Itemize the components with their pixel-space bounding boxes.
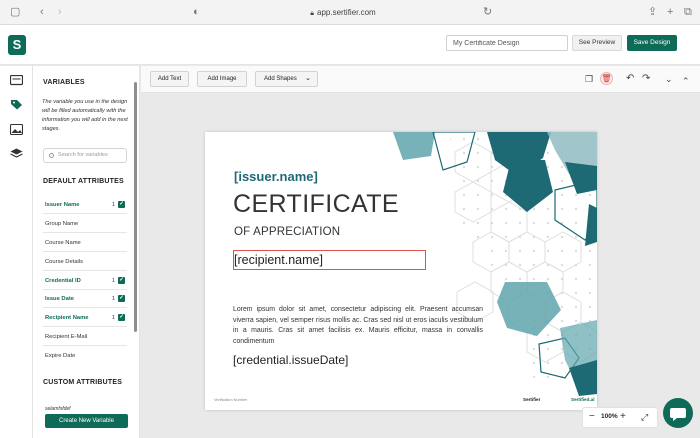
templates-icon[interactable] (10, 75, 23, 86)
custom-attributes-heading: CUSTOM ATTRIBUTES (43, 379, 123, 386)
attribute-expire-date[interactable]: Expire Date (43, 347, 127, 365)
certificate-body-text[interactable]: Lorem ipsum dolor sit amet, consectetur … (233, 305, 483, 348)
add-image-button[interactable]: Add Image (197, 71, 247, 87)
checkbox-checked-icon[interactable]: ✓ (118, 201, 125, 208)
attribute-count: 1 (111, 296, 115, 302)
attribute-label: Recipient Name (45, 315, 89, 321)
attribute-count: 1 (111, 278, 115, 284)
attribute-issuer-name[interactable]: Issuer Name 1 ✓ (43, 196, 127, 214)
add-shapes-label: Add Shapes (264, 76, 297, 82)
save-design-button[interactable]: Save Design (627, 35, 677, 51)
delete-icon[interactable]: 🗑︎ (600, 72, 613, 85)
attribute-label: Credential ID (45, 278, 81, 284)
sertified-brand-mark: Sertified.al (571, 397, 595, 402)
redo-icon[interactable]: ↷ (642, 73, 650, 85)
add-text-button[interactable]: Add Text (150, 71, 189, 87)
move-down-icon[interactable]: ⌄ (665, 73, 673, 85)
attribute-label: Course Name (45, 240, 81, 246)
browser-toolbar: ▢ ‹ › ◐ 🔒︎ app.sertifier.com ↻ ⇪ + ⧉ (0, 0, 700, 25)
design-name-input[interactable] (446, 35, 568, 51)
search-placeholder: Search for variables (58, 152, 108, 158)
variable-search-input[interactable]: Search for variables (43, 148, 127, 163)
lock-icon: 🔒︎ (310, 10, 315, 17)
sertifier-logo[interactable]: S (8, 35, 26, 55)
attribute-recipient-email[interactable]: Recipient E-Mail (43, 328, 127, 346)
layers-icon[interactable] (10, 148, 23, 159)
variables-heading: VARIABLES (43, 79, 85, 86)
variables-tag-icon[interactable] (10, 99, 23, 110)
verification-number-label: Verification Number (214, 398, 248, 402)
attribute-recipient-name[interactable]: Recipient Name 1 ✓ (43, 309, 127, 327)
tabs-overview-icon[interactable]: ⧉ (684, 6, 692, 18)
issue-date-variable[interactable]: [credential.issueDate] (233, 353, 348, 367)
attribute-course-name[interactable]: Course Name (43, 234, 127, 252)
move-up-icon[interactable]: ⌃ (682, 75, 690, 87)
checkbox-checked-icon[interactable]: ✓ (118, 295, 125, 302)
address-bar[interactable]: 🔒︎ app.sertifier.com (193, 5, 493, 20)
attribute-count: 1 (111, 315, 115, 321)
tool-rail (0, 66, 33, 438)
certificate-canvas[interactable]: [issuer.name] CERTIFICATE OF APPRECIATIO… (205, 132, 597, 410)
checkbox-checked-icon[interactable]: ✓ (118, 277, 125, 284)
attribute-count: 1 (111, 202, 115, 208)
back-icon[interactable]: ‹ (40, 6, 44, 18)
panel-scrollbar[interactable] (134, 82, 137, 332)
custom-attribute-item[interactable]: selamfsfdef (45, 406, 71, 412)
see-preview-button[interactable]: See Preview (572, 35, 622, 51)
attribute-label: Issue Date (45, 296, 74, 302)
sertifier-brand-mark: Sertifier (523, 397, 541, 402)
default-attributes-heading: DEFAULT ATTRIBUTES (43, 178, 124, 185)
zoom-out-button[interactable]: − (589, 411, 595, 423)
new-tab-icon[interactable]: + (667, 6, 673, 18)
issuer-name-variable[interactable]: [issuer.name] (234, 169, 318, 184)
attribute-label: Group Name (45, 221, 79, 227)
url-text: app.sertifier.com (317, 8, 376, 17)
certificate-subtitle[interactable]: OF APPRECIATION (234, 226, 340, 238)
create-new-variable-button[interactable]: Create New Variable (45, 414, 128, 428)
reload-icon[interactable]: ↻ (483, 6, 492, 18)
attribute-credential-id[interactable]: Credential ID 1 ✓ (43, 272, 127, 290)
chevron-down-icon: ⌄ (305, 75, 311, 82)
recipient-name-variable[interactable]: [recipient.name] (234, 253, 323, 267)
attribute-label: Issuer Name (45, 202, 80, 208)
fullscreen-icon[interactable]: ⤢ (641, 412, 648, 422)
variables-description: The variable you use in the design will … (42, 99, 128, 132)
share-icon[interactable]: ⇪ (648, 6, 657, 18)
attribute-label: Course Details (45, 259, 84, 265)
attribute-course-details[interactable]: Course Details (43, 253, 127, 271)
zoom-level: 100% (601, 413, 618, 420)
attribute-label: Expire Date (45, 353, 76, 359)
undo-icon[interactable]: ↶ (626, 73, 634, 85)
chat-icon (670, 408, 686, 421)
sidebar-toggle-icon[interactable]: ▢ (10, 6, 20, 18)
forward-icon[interactable]: › (58, 6, 62, 18)
duplicate-icon[interactable]: ❐ (585, 73, 593, 85)
attribute-issue-date[interactable]: Issue Date 1 ✓ (43, 290, 127, 308)
zoom-in-button[interactable]: + (620, 411, 626, 423)
certificate-title[interactable]: CERTIFICATE (233, 190, 399, 219)
chat-support-button[interactable] (663, 398, 693, 428)
search-icon (49, 153, 54, 158)
attribute-group-name[interactable]: Group Name (43, 215, 127, 233)
image-icon[interactable] (10, 124, 23, 135)
add-shapes-dropdown[interactable]: Add Shapes ⌄ (255, 71, 318, 87)
attribute-label: Recipient E-Mail (45, 334, 88, 340)
checkbox-checked-icon[interactable]: ✓ (118, 314, 125, 321)
